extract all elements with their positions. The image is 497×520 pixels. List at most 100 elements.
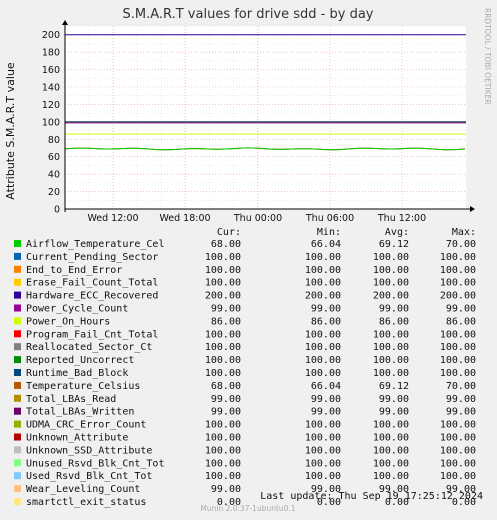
legend-max: 100.00: [440, 278, 476, 289]
legend-max: 200.00: [440, 291, 476, 302]
legend-min: 66.04: [311, 381, 341, 392]
legend-cur: 99.00: [211, 407, 241, 418]
legend-max: 100.00: [440, 265, 476, 276]
legend-min: 100.00: [305, 458, 341, 469]
legend-name: Unused_Rsvd_Blk_Cnt_Tot: [26, 458, 164, 469]
legend-cur: 100.00: [205, 252, 241, 263]
col-avg: Avg:: [385, 227, 409, 238]
legend-row: Used_Rsvd_Blk_Cnt_Tot 100.00 100.00 100.00 1…: [14, 471, 476, 482]
y-tick-label: 160: [42, 65, 60, 76]
legend-min: 100.00: [305, 265, 341, 276]
legend-swatch: [14, 265, 21, 273]
col-max: Max:: [452, 227, 476, 238]
legend-name: UDMA_CRC_Error_Count: [26, 420, 146, 431]
legend-min: 99.00: [311, 407, 341, 418]
col-cur: Cur:: [217, 227, 241, 238]
legend-cur: 200.00: [205, 291, 241, 302]
legend-swatch: [14, 356, 21, 364]
legend-min: 99.00: [311, 304, 341, 315]
legend-cur: 100.00: [205, 329, 241, 340]
legend-name: Power_On_Hours: [26, 316, 110, 327]
legend-row: Total_LBAs_Written 99.00 99.00 99.00 99.00: [14, 407, 476, 418]
legend-swatch: [14, 407, 21, 415]
legend-name: Program_Fail_Cnt_Total: [26, 329, 158, 340]
legend-row: Program_Fail_Cnt_Total 100.00 100.00 100.00…: [14, 329, 476, 340]
chart-title: S.M.A.R.T values for drive sdd - by day: [123, 7, 374, 22]
legend-name: smartctl_exit_status: [26, 497, 146, 508]
legend-cur: 100.00: [205, 342, 241, 353]
legend-name: Wear_Leveling_Count: [26, 484, 140, 495]
y-tick-label: 200: [42, 30, 60, 41]
legend-min: 100.00: [305, 368, 341, 379]
y-axis-label: Attribute S.M.A.R.T value: [4, 62, 17, 200]
legend-avg: 100.00: [373, 368, 409, 379]
legend-avg: 200.00: [373, 291, 409, 302]
y-tick-label: 100: [42, 117, 60, 128]
legend-cur: 100.00: [205, 458, 241, 469]
legend-row: Unused_Rsvd_Blk_Cnt_Tot 100.00 100.00 100.0…: [14, 458, 476, 469]
legend-row: UDMA_CRC_Error_Count 100.00 100.00 100.00 10…: [14, 420, 476, 431]
legend-name: Reported_Uncorrect: [26, 355, 134, 366]
legend-cur: 100.00: [205, 355, 241, 366]
legend-min: 100.00: [305, 445, 341, 456]
legend-swatch: [14, 420, 21, 428]
legend-avg: 100.00: [373, 278, 409, 289]
legend-cur: 100.00: [205, 420, 241, 431]
legend-row: Unknown_Attribute 100.00 100.00 100.00 100.0…: [14, 433, 476, 444]
legend-name: Reallocated_Sector_Ct: [26, 342, 152, 353]
legend-max: 100.00: [440, 355, 476, 366]
legend-min: 66.04: [311, 239, 341, 250]
legend-swatch: [14, 446, 21, 454]
legend-cur: 99.00: [211, 394, 241, 405]
legend-row: Unknown_SSD_Attribute 100.00 100.00 100.00 1…: [14, 445, 476, 456]
legend-swatch: [14, 252, 21, 260]
legend-swatch: [14, 433, 21, 441]
legend-avg: 100.00: [373, 445, 409, 456]
legend-name: Current_Pending_Sector: [26, 252, 158, 263]
legend-cur: 99.00: [211, 304, 241, 315]
y-tick-label: 0: [54, 205, 60, 216]
legend-avg: 100.00: [373, 355, 409, 366]
legend-name: Total_LBAs_Read: [26, 394, 116, 405]
legend-avg: 99.00: [379, 304, 409, 315]
legend-min: 100.00: [305, 471, 341, 482]
legend-avg: 100.00: [373, 471, 409, 482]
legend-avg: 100.00: [373, 433, 409, 444]
legend-avg: 100.00: [373, 265, 409, 276]
legend-avg: 69.12: [379, 381, 409, 392]
x-tick-label: Wed 18:00: [159, 213, 210, 224]
legend-row: Current_Pending_Sector 100.00 100.00 100.00…: [14, 252, 476, 263]
legend-max: 100.00: [440, 445, 476, 456]
legend-min: 100.00: [305, 278, 341, 289]
legend-cur: 100.00: [205, 433, 241, 444]
legend-cur: 100.00: [205, 445, 241, 456]
legend-swatch: [14, 304, 21, 312]
legend-row: Reallocated_Sector_Ct 100.00 100.00 100.00 1…: [14, 342, 476, 353]
x-axis-arrow: [470, 206, 475, 212]
legend-name: Power_Cycle_Count: [26, 304, 128, 315]
legend-row: End_to_End_Error 100.00 100.00 100.00 100.00: [14, 265, 476, 276]
legend-row: Erase_Fail_Count_Total 100.00 100.00 100.00…: [14, 278, 476, 289]
legend-max: 99.00: [446, 304, 476, 315]
y-tick-label: 40: [48, 170, 60, 181]
legend-cur: 100.00: [205, 471, 241, 482]
legend-max: 100.00: [440, 368, 476, 379]
legend-max: 99.00: [446, 394, 476, 405]
legend-swatch: [14, 317, 21, 325]
y-tick-label: 120: [42, 100, 60, 111]
legend-swatch: [14, 498, 21, 505]
legend-row: Hardware_ECC_Recovered 200.00 200.00 200.00…: [14, 291, 476, 302]
legend-name: Total_LBAs_Written: [26, 407, 134, 418]
legend-min: 99.00: [311, 394, 341, 405]
legend-swatch: [14, 381, 21, 389]
legend-max: 100.00: [440, 420, 476, 431]
x-tick-label: Wed 12:00: [87, 213, 138, 224]
legend-swatch: [14, 291, 21, 299]
smart-chart: S.M.A.R.T values for drive sdd - by day …: [4, 7, 492, 513]
y-tick-label: 20: [48, 187, 60, 198]
plot-area: [65, 26, 466, 209]
legend-min: 100.00: [305, 355, 341, 366]
legend-min: 100.00: [305, 342, 341, 353]
legend-max: 70.00: [446, 239, 476, 250]
legend-row: Power_On_Hours 86.00 86.00 86.00 86.00: [14, 316, 476, 327]
